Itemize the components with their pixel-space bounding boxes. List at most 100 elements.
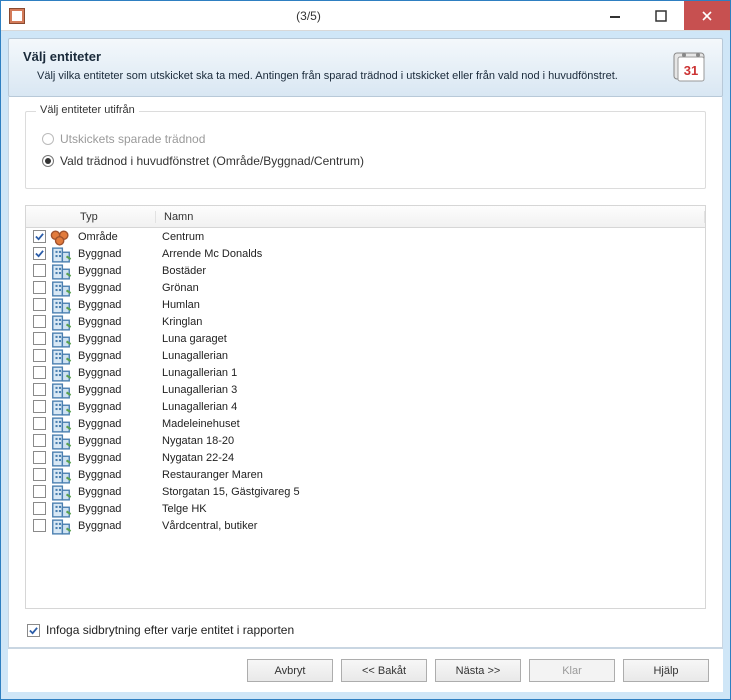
row-typ: Byggnad [72, 503, 156, 515]
col-namn[interactable]: Namn [156, 211, 705, 223]
row-checkbox[interactable] [33, 468, 46, 481]
banner-subtitle: Välj vilka entiteter som utskicket ska t… [37, 70, 708, 82]
minimize-button[interactable] [592, 1, 638, 30]
table-row[interactable]: ByggnadKringlan [26, 313, 705, 330]
row-typ: Byggnad [72, 265, 156, 277]
wizard-banner: Välj entiteter Välj vilka entiteter som … [8, 38, 723, 97]
row-checkbox[interactable] [33, 417, 46, 430]
banner-title: Välj entiteter [23, 49, 708, 64]
table-row[interactable]: ByggnadMadeleinehuset [26, 415, 705, 432]
table-row[interactable]: ByggnadRestauranger Maren [26, 466, 705, 483]
row-namn: Storgatan 15, Gästgivareg 5 [156, 486, 705, 498]
row-checkbox[interactable] [33, 400, 46, 413]
row-namn: Lunagallerian [156, 350, 705, 362]
table-row[interactable]: OmrådeCentrum [26, 228, 705, 245]
table-row[interactable]: ByggnadGrönan [26, 279, 705, 296]
row-namn: Arrende Mc Donalds [156, 248, 705, 260]
radio-saved-node: Utskickets sparade trädnod [42, 132, 693, 146]
row-typ: Byggnad [72, 367, 156, 379]
row-namn: Nygatan 22-24 [156, 452, 705, 464]
table-row[interactable]: ByggnadArrende Mc Donalds [26, 245, 705, 262]
table-row[interactable]: ByggnadNygatan 18-20 [26, 432, 705, 449]
row-namn: Lunagallerian 1 [156, 367, 705, 379]
row-typ: Byggnad [72, 452, 156, 464]
row-namn: Grönan [156, 282, 705, 294]
row-typ: Byggnad [72, 248, 156, 260]
pagebreak-option[interactable]: Infoga sidbrytning efter varje entitet i… [27, 623, 704, 637]
row-checkbox[interactable] [33, 281, 46, 294]
table-row[interactable]: ByggnadLunagallerian [26, 347, 705, 364]
row-checkbox[interactable] [33, 230, 46, 243]
row-typ: Byggnad [72, 333, 156, 345]
row-typ: Byggnad [72, 435, 156, 447]
col-typ[interactable]: Typ [72, 211, 156, 223]
button-bar: Avbryt << Bakåt Nästa >> Klar Hjälp [8, 648, 723, 692]
row-namn: Telge HK [156, 503, 705, 515]
content-panel: Välj entiteter utifrån Utskickets sparad… [8, 97, 723, 648]
pagebreak-checkbox[interactable] [27, 624, 40, 637]
radio-selected-node[interactable]: Vald trädnod i huvudfönstret (Område/Byg… [42, 154, 693, 168]
row-checkbox[interactable] [33, 485, 46, 498]
row-namn: Humlan [156, 299, 705, 311]
row-namn: Kringlan [156, 316, 705, 328]
maximize-button[interactable] [638, 1, 684, 30]
client-area: Välj entiteter Välj vilka entiteter som … [1, 31, 730, 699]
group-legend: Välj entiteter utifrån [36, 104, 139, 116]
radio-icon [42, 133, 54, 145]
help-button[interactable]: Hjälp [623, 659, 709, 682]
row-typ: Byggnad [72, 401, 156, 413]
table-row[interactable]: ByggnadNygatan 22-24 [26, 449, 705, 466]
pagebreak-label: Infoga sidbrytning efter varje entitet i… [46, 623, 294, 637]
table-row[interactable]: ByggnadLunagallerian 4 [26, 398, 705, 415]
table-row[interactable]: ByggnadVårdcentral, butiker [26, 517, 705, 534]
row-namn: Bostäder [156, 265, 705, 277]
row-checkbox[interactable] [33, 264, 46, 277]
row-checkbox[interactable] [33, 349, 46, 362]
row-checkbox[interactable] [33, 383, 46, 396]
table-row[interactable]: ByggnadHumlan [26, 296, 705, 313]
radio-selected-label: Vald trädnod i huvudfönstret (Område/Byg… [60, 154, 364, 168]
table-body[interactable]: OmrådeCentrumByggnadArrende Mc DonaldsBy… [26, 228, 705, 608]
close-button[interactable] [684, 1, 730, 30]
table-row[interactable]: ByggnadLunagallerian 3 [26, 381, 705, 398]
row-namn: Vårdcentral, butiker [156, 520, 705, 532]
finish-button: Klar [529, 659, 615, 682]
row-checkbox[interactable] [33, 315, 46, 328]
wizard-window: (3/5) Välj entiteter Välj vilka entitete… [0, 0, 731, 700]
row-typ: Byggnad [72, 384, 156, 396]
row-checkbox[interactable] [33, 247, 46, 260]
row-typ: Byggnad [72, 520, 156, 532]
row-checkbox[interactable] [33, 519, 46, 532]
row-typ: Byggnad [72, 350, 156, 362]
table-row[interactable]: ByggnadTelge HK [26, 500, 705, 517]
next-button[interactable]: Nästa >> [435, 659, 521, 682]
row-namn: Lunagallerian 4 [156, 401, 705, 413]
row-typ: Byggnad [72, 299, 156, 311]
row-typ: Byggnad [72, 418, 156, 430]
row-checkbox[interactable] [33, 502, 46, 515]
row-checkbox[interactable] [33, 451, 46, 464]
row-checkbox[interactable] [33, 298, 46, 311]
source-groupbox: Välj entiteter utifrån Utskickets sparad… [25, 111, 706, 189]
window-title: (3/5) [25, 9, 592, 23]
radio-saved-label: Utskickets sparade trädnod [60, 132, 205, 146]
cancel-button[interactable]: Avbryt [247, 659, 333, 682]
row-namn: Centrum [156, 231, 705, 243]
row-checkbox[interactable] [33, 366, 46, 379]
row-checkbox[interactable] [33, 434, 46, 447]
row-typ: Område [72, 231, 156, 243]
table-row[interactable]: ByggnadBostäder [26, 262, 705, 279]
table-row[interactable]: ByggnadStorgatan 15, Gästgivareg 5 [26, 483, 705, 500]
back-button[interactable]: << Bakåt [341, 659, 427, 682]
row-namn: Madeleinehuset [156, 418, 705, 430]
entity-table: Typ Namn OmrådeCentrumByggnadArrende Mc … [25, 205, 706, 609]
row-namn: Nygatan 18-20 [156, 435, 705, 447]
svg-text:31: 31 [684, 63, 698, 78]
row-typ: Byggnad [72, 469, 156, 481]
row-namn: Luna garaget [156, 333, 705, 345]
table-row[interactable]: ByggnadLunagallerian 1 [26, 364, 705, 381]
calendar-icon: 31 [670, 47, 710, 87]
row-typ: Byggnad [72, 282, 156, 294]
table-row[interactable]: ByggnadLuna garaget [26, 330, 705, 347]
row-checkbox[interactable] [33, 332, 46, 345]
